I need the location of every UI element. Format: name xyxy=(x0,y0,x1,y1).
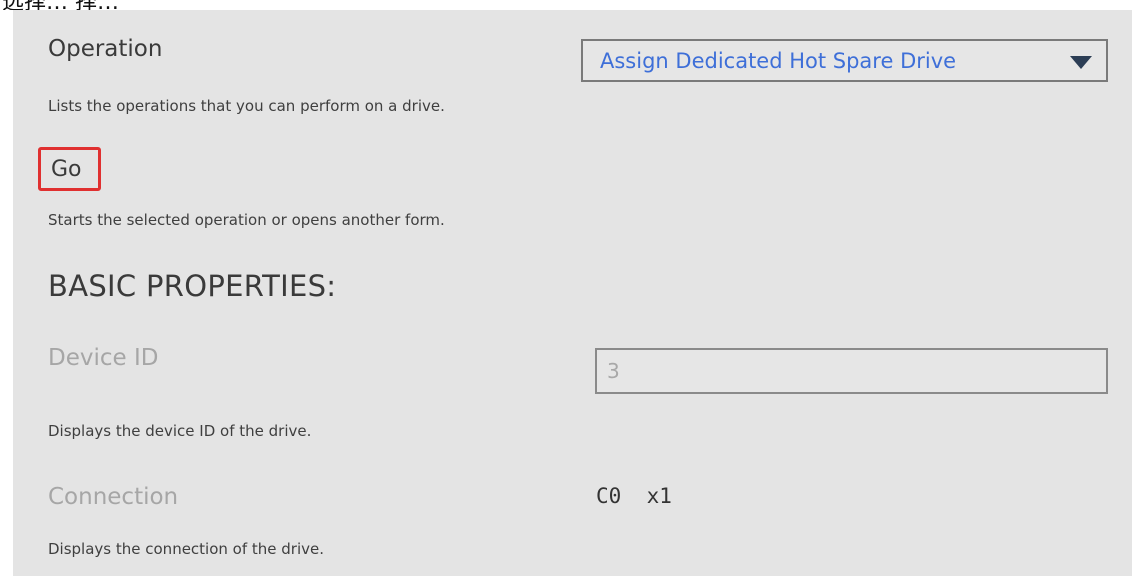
drive-management-panel: Operation Assign Dedicated Hot Spare Dri… xyxy=(13,10,1132,576)
top-strip: 选择… 择… xyxy=(0,0,1132,10)
clipped-caption-text: 选择… 择… xyxy=(2,0,119,10)
connection-value: C0 x1 xyxy=(596,484,672,508)
basic-properties-heading: BASIC PROPERTIES: xyxy=(48,269,337,303)
connection-label: Connection xyxy=(48,484,179,510)
go-help-text: Starts the selected operation or opens a… xyxy=(48,211,445,229)
go-button[interactable]: Go xyxy=(38,147,101,191)
operation-select[interactable]: Assign Dedicated Hot Spare Drive xyxy=(581,39,1108,82)
operation-label: Operation xyxy=(48,36,163,62)
connection-help-text: Displays the connection of the drive. xyxy=(48,540,325,558)
device-id-help-text: Displays the device ID of the drive. xyxy=(48,422,312,440)
dropdown-arrow-icon xyxy=(1070,56,1092,69)
device-id-field[interactable] xyxy=(595,348,1108,394)
device-id-label: Device ID xyxy=(48,345,159,371)
go-button-label: Go xyxy=(51,157,82,182)
operation-selected-value: Assign Dedicated Hot Spare Drive xyxy=(600,49,957,73)
operation-help-text: Lists the operations that you can perfor… xyxy=(48,97,445,115)
